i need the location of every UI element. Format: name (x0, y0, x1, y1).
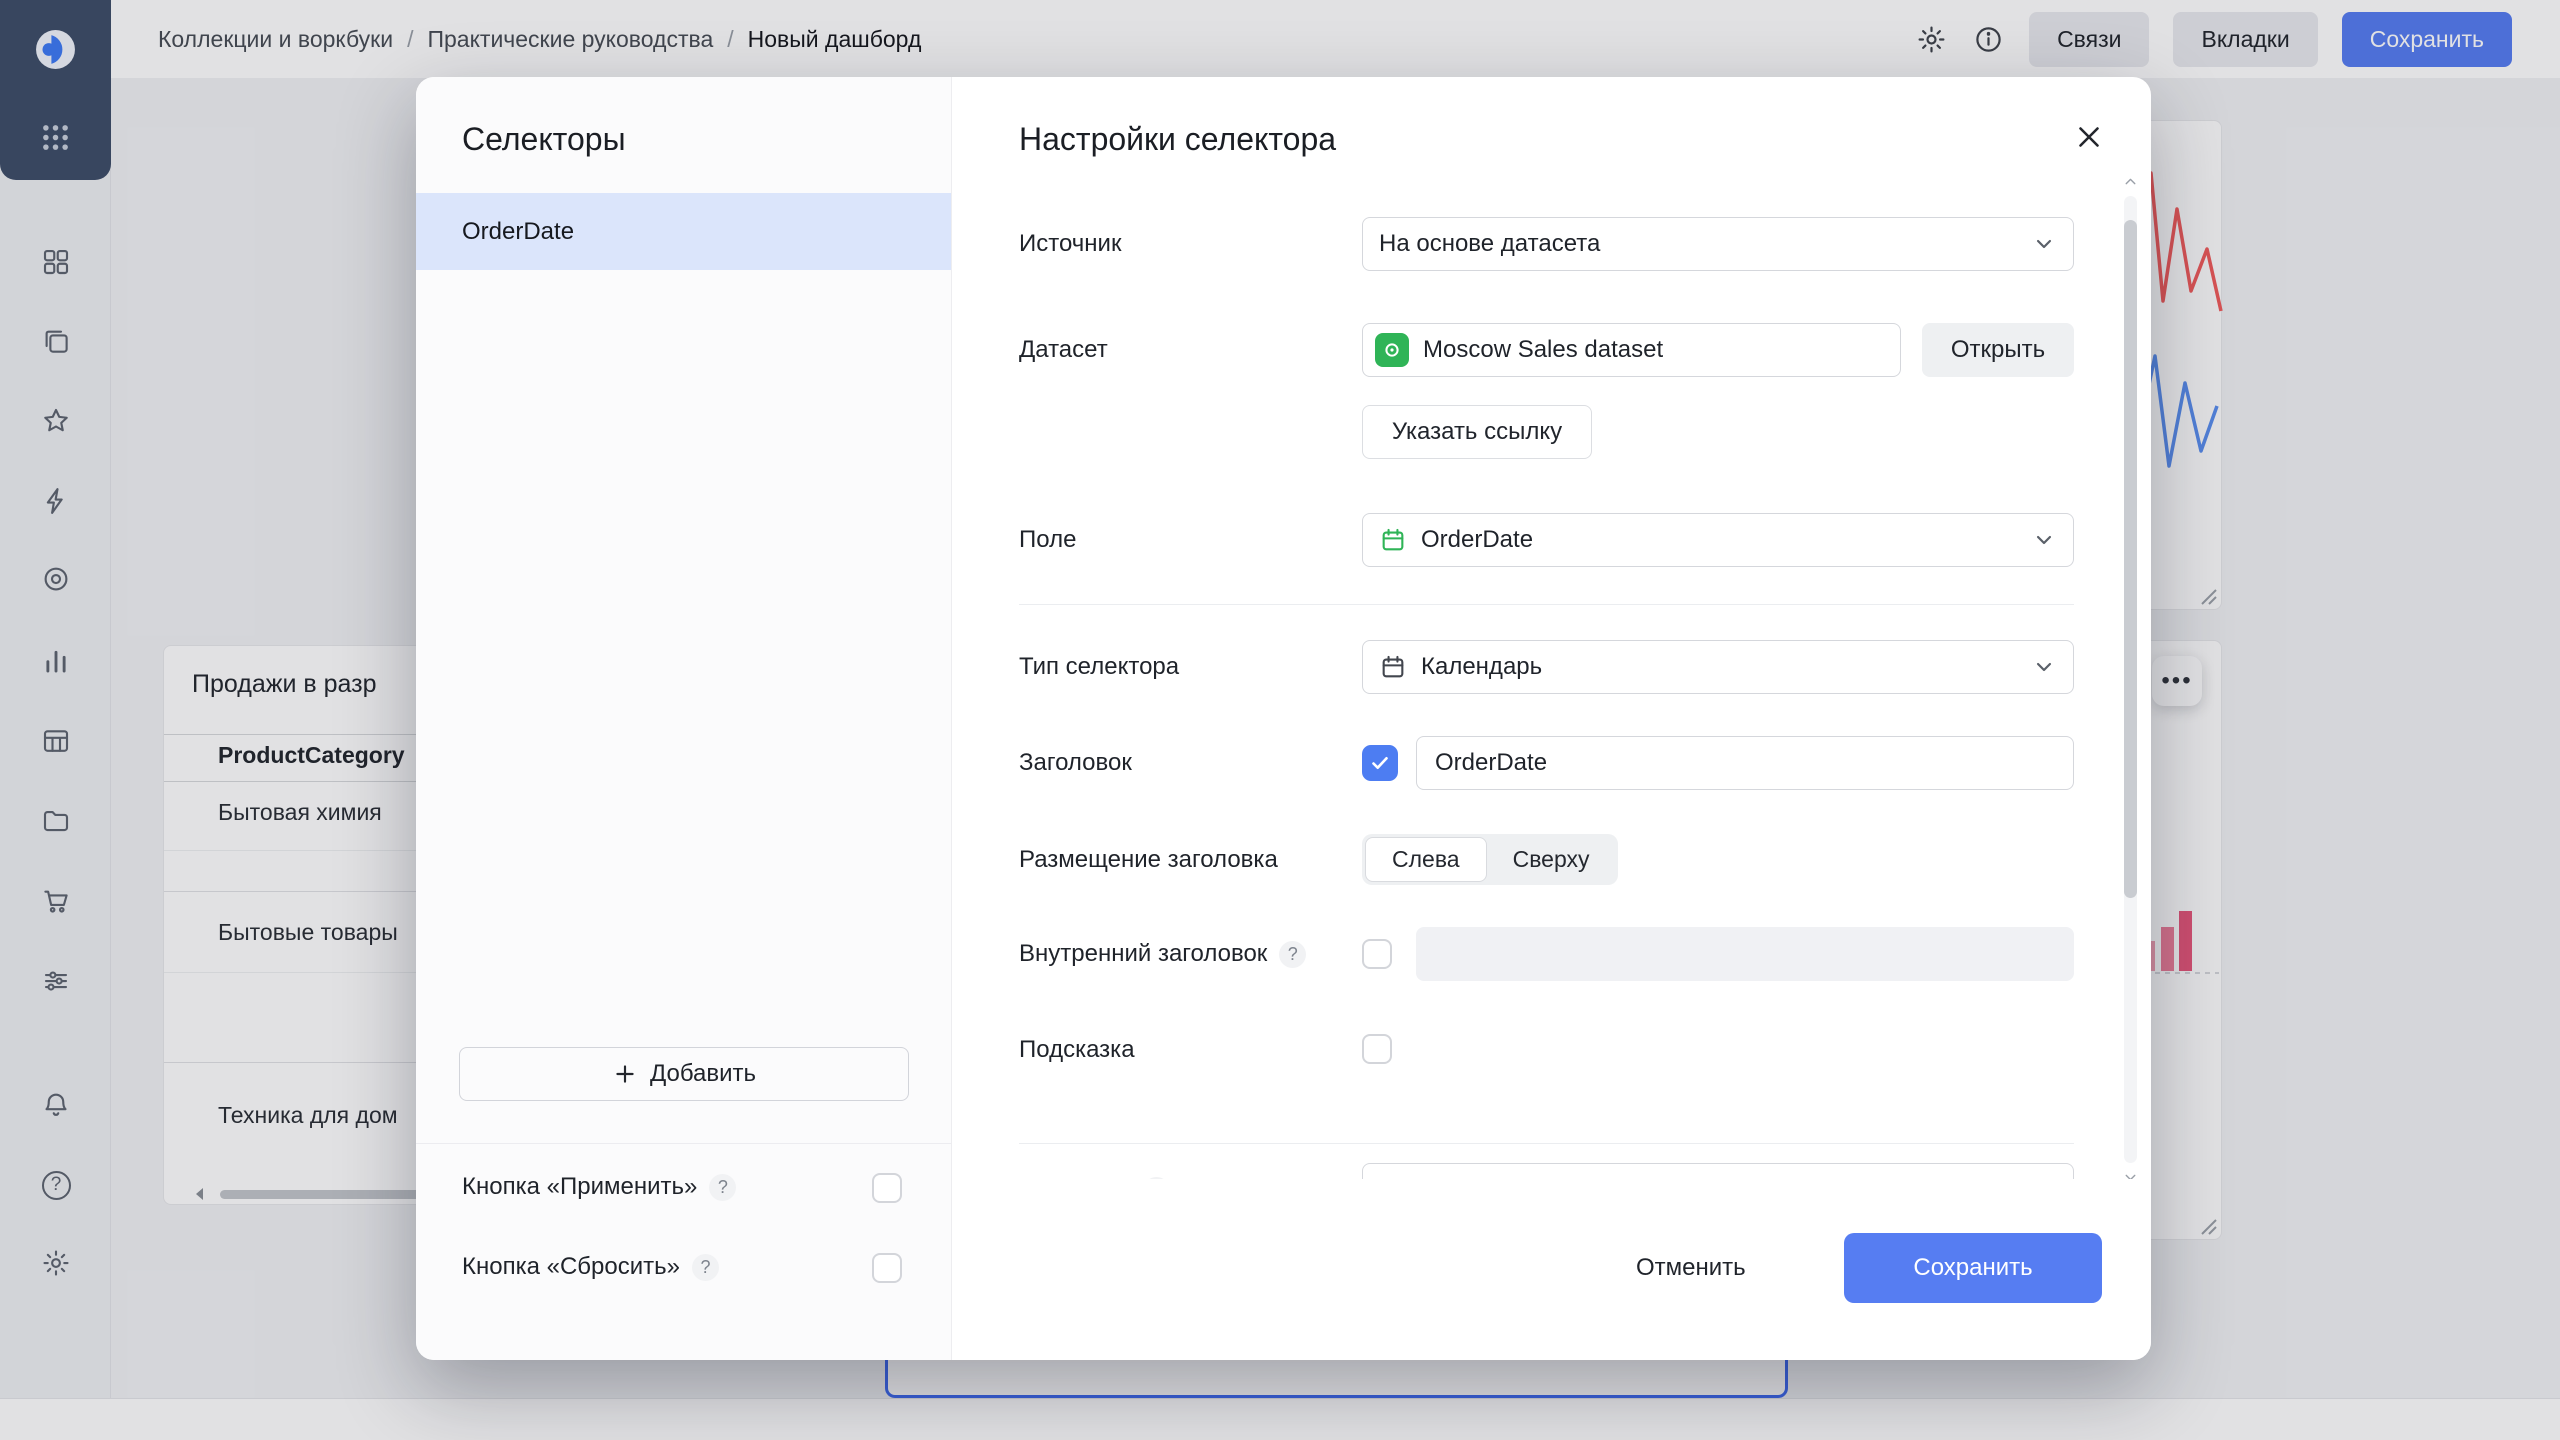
reset-button-label: Кнопка «Сбросить» (462, 1253, 680, 1281)
selector-type-select[interactable]: Календарь (1362, 640, 2074, 694)
apply-button-checkbox[interactable] (872, 1173, 902, 1203)
dialog-footer: Отменить Сохранить (952, 1179, 2151, 1360)
title-input[interactable] (1416, 736, 2074, 790)
inner-title-input[interactable] (1416, 927, 2074, 981)
inner-title-label: Внутренний заголовок ? (1019, 927, 1306, 981)
scroll-up-icon[interactable] (2122, 173, 2139, 190)
chevron-down-icon (2031, 527, 2057, 553)
source-select[interactable]: На основе датасета (1362, 217, 2074, 271)
settings-panel-title: Настройки селектора (1019, 121, 1336, 158)
chevron-down-icon (2031, 231, 2057, 257)
selectors-panel-title: Селекторы (462, 121, 626, 158)
field-select[interactable]: OrderDate (1362, 513, 2074, 567)
title-label: Заголовок (1019, 736, 1132, 790)
placement-option-top[interactable]: Сверху (1487, 837, 1616, 882)
selector-list-item-orderdate[interactable]: OrderDate (416, 193, 951, 270)
title-checkbox[interactable] (1362, 745, 1398, 781)
left-panel-divider (416, 1143, 951, 1144)
reset-button-setting-row: Кнопка «Сбросить» ? (416, 1239, 951, 1295)
save-selector-button[interactable]: Сохранить (1844, 1233, 2102, 1303)
app-root: ? Коллекции и воркбуки / Практические ру… (0, 0, 2560, 1440)
hint-label: Подсказка (1019, 1023, 1135, 1077)
apply-button-label: Кнопка «Применить» (462, 1173, 697, 1201)
selector-settings-panel: Настройки селектора Источник На основе д… (952, 77, 2151, 1360)
apply-button-setting-row: Кнопка «Применить» ? (416, 1159, 951, 1215)
close-dialog-button[interactable] (2071, 119, 2107, 155)
reset-help-icon[interactable]: ? (692, 1254, 719, 1281)
selectors-panel: Селекторы OrderDate Добавить Кнопка «При… (416, 77, 952, 1360)
dataset-label: Датасет (1019, 323, 1108, 377)
hint-checkbox[interactable] (1362, 1034, 1392, 1064)
selector-type-label: Тип селектора (1019, 640, 1179, 694)
field-label: Поле (1019, 513, 1076, 567)
chevron-down-icon (2031, 654, 2057, 680)
open-dataset-button[interactable]: Открыть (1922, 323, 2074, 377)
calendar-icon (1379, 653, 1407, 681)
settings-divider (1019, 1143, 2074, 1144)
title-placement-label: Размещение заголовка (1019, 834, 1278, 885)
plus-icon (612, 1061, 638, 1087)
specify-link-button[interactable]: Указать ссылку (1362, 405, 1592, 459)
close-icon (2072, 120, 2106, 154)
placement-option-left[interactable]: Слева (1365, 837, 1487, 882)
selector-dialog: Селекторы OrderDate Добавить Кнопка «При… (416, 77, 2151, 1360)
cancel-button[interactable]: Отменить (1618, 1233, 1764, 1303)
apply-help-icon[interactable]: ? (709, 1174, 736, 1201)
settings-divider (1019, 604, 2074, 605)
dataset-field[interactable]: Moscow Sales dataset (1362, 323, 1901, 377)
inner-title-help-icon[interactable]: ? (1279, 941, 1306, 968)
vertical-scrollbar-thumb[interactable] (2124, 220, 2137, 898)
checkmark-icon (1368, 751, 1392, 775)
source-label: Источник (1019, 217, 1121, 271)
dataset-icon (1375, 333, 1409, 367)
reset-button-checkbox[interactable] (872, 1253, 902, 1283)
add-selector-button[interactable]: Добавить (459, 1047, 909, 1101)
inner-title-checkbox[interactable] (1362, 939, 1392, 969)
calendar-field-icon (1379, 526, 1407, 554)
title-placement-segmented: Слева Сверху (1362, 834, 1618, 885)
